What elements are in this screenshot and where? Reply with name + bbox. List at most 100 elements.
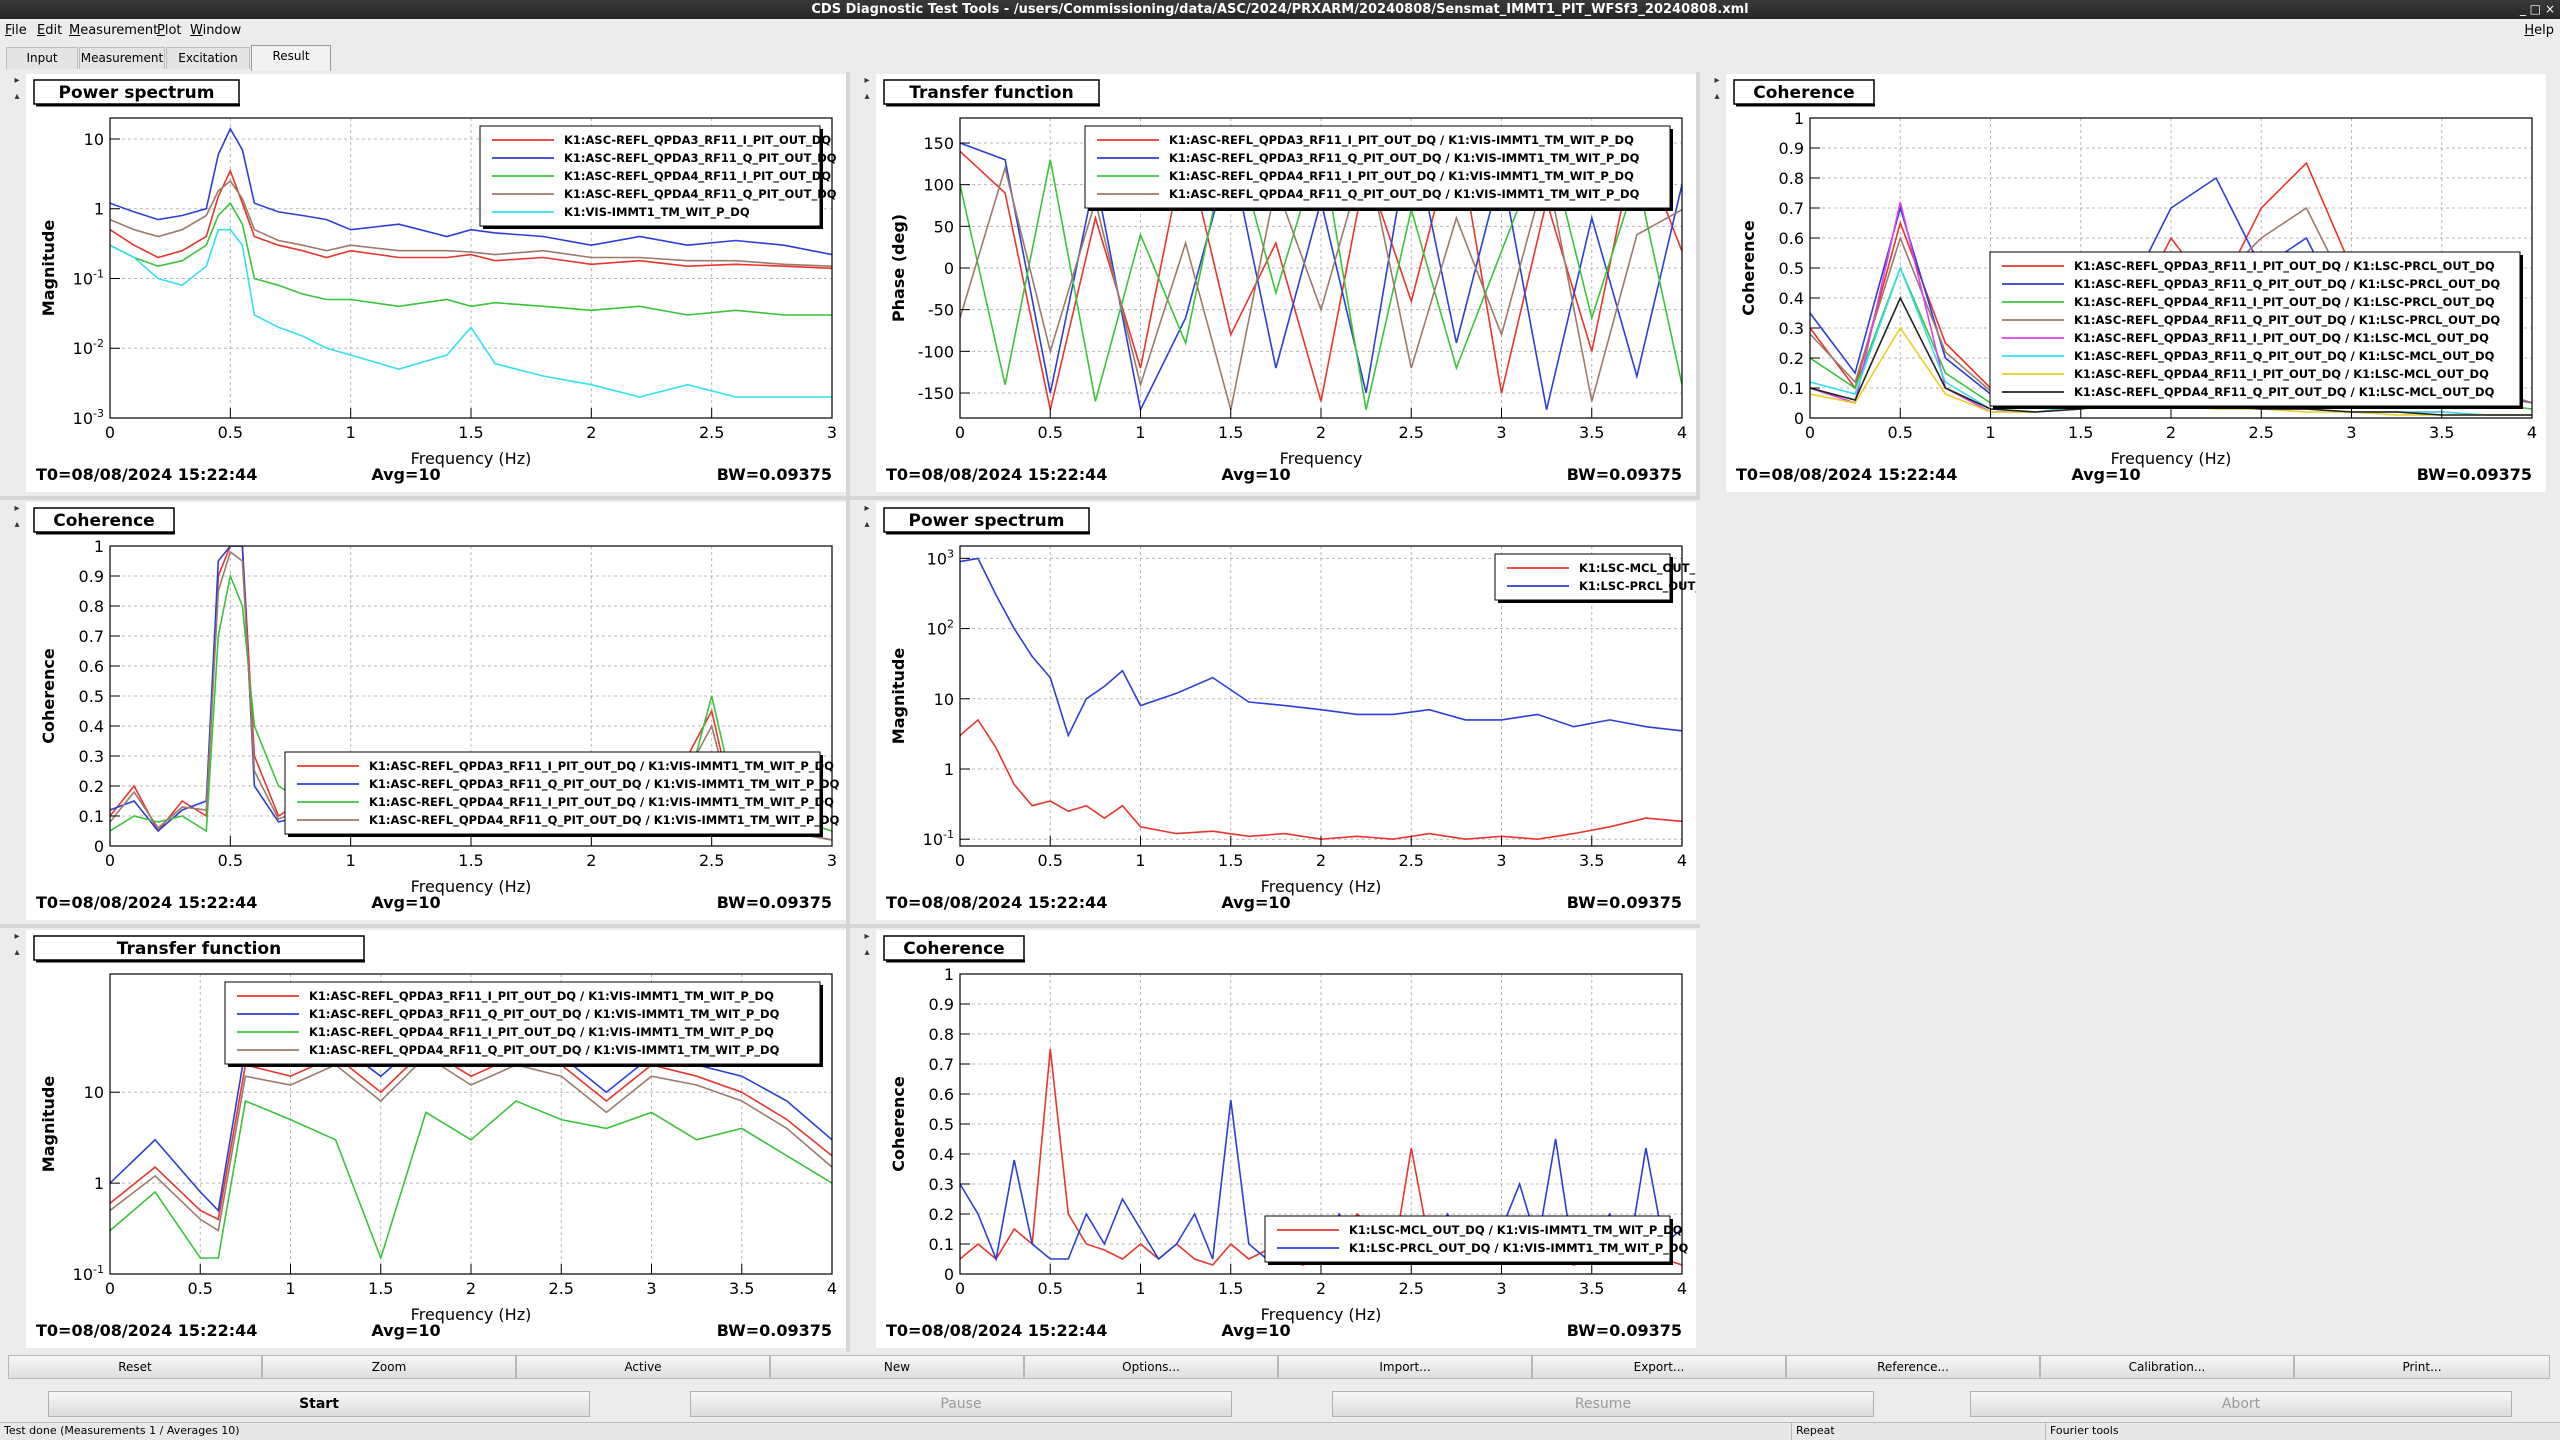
- plot-title: Transfer function: [117, 939, 281, 959]
- x-tick-label: 1: [1135, 1279, 1145, 1298]
- menu-window[interactable]: Window: [190, 23, 241, 38]
- y-tick-label: 0.7: [1779, 199, 1804, 218]
- x-tick-label: 4: [1677, 1279, 1687, 1298]
- panel-expand-icon[interactable]: ▸: [860, 502, 874, 516]
- x-tick-label: 3.5: [2429, 423, 2454, 442]
- minimize-icon[interactable]: _: [2520, 0, 2526, 19]
- x-tick-label: 0.5: [1888, 423, 1913, 442]
- status-repeat: Repeat: [1792, 1423, 2046, 1440]
- footer-avg: Avg=10: [371, 465, 440, 484]
- panel-options-icon[interactable]: ▴: [860, 90, 874, 104]
- plot-panel-7[interactable]: ▸ ▴ 0 0.5 1 1.5 2 2.5 3 3.5 4 0 0.1 0.2 0.3 0.4 0.5 0.6 0.…: [850, 928, 1696, 1352]
- export-button[interactable]: Export...: [1532, 1355, 1786, 1379]
- legend: K1:ASC-REFL_QPDA3_RF11_I_PIT_OUT_DQ / K1…: [284, 751, 840, 837]
- panel-options-icon[interactable]: ▴: [860, 946, 874, 960]
- x-tick-label: 2.5: [2249, 423, 2274, 442]
- y-tick-label: 0: [944, 1265, 954, 1284]
- plot-canvas[interactable]: 0 0.5 1 1.5 2 2.5 3 3.5 410-1110102103Frequency …: [876, 502, 1696, 920]
- y-tick-label: -150: [918, 384, 954, 403]
- panel-options-icon[interactable]: ▴: [10, 946, 24, 960]
- y-tick-label: -100: [918, 342, 954, 361]
- y-tick-label: 0.1: [1779, 379, 1804, 398]
- panel-expand-icon[interactable]: ▸: [860, 930, 874, 944]
- active-button[interactable]: Active: [516, 1355, 770, 1379]
- options-button[interactable]: Options...: [1024, 1355, 1278, 1379]
- menu-edit[interactable]: Edit: [37, 23, 62, 38]
- x-tick-label: 1.5: [2068, 423, 2093, 442]
- abort-button[interactable]: Abort: [1970, 1391, 2512, 1417]
- y-axis-label: Magnitude: [39, 1076, 58, 1173]
- resume-button[interactable]: Resume: [1332, 1391, 1874, 1417]
- panel-divider[interactable]: [1696, 72, 1700, 500]
- reference-button[interactable]: Reference...: [1786, 1355, 2040, 1379]
- panel-options-icon[interactable]: ▴: [1710, 90, 1724, 104]
- tab-result[interactable]: Result: [251, 45, 331, 71]
- tab-excitation[interactable]: Excitation: [166, 47, 250, 69]
- plot-title: Power spectrum: [59, 83, 215, 103]
- panel-options-icon[interactable]: ▴: [860, 518, 874, 532]
- tab-measurement[interactable]: Measurement: [79, 47, 165, 69]
- panel-expand-icon[interactable]: ▸: [10, 502, 24, 516]
- menu-plot-label: lot: [164, 23, 182, 38]
- plot-panel-1[interactable]: ▸ ▴ 0 0.5 1 1.5 2 2.5 3 10-3 10-2 10-1 1 10 Frequency …: [0, 72, 846, 496]
- plot-panel-5[interactable]: ▸ ▴ 0 0.5 1 1.5 2 2.5 3 3.5 4 10-1 1 10 102 103 Frequenc…: [850, 500, 1696, 924]
- legend: K1:ASC-REFL_QPDA3_RF11_I_PIT_OUT_DQ / K1…: [224, 981, 823, 1067]
- x-tick-label: 0.5: [1038, 423, 1063, 442]
- plot-panel-3[interactable]: ▸ ▴ 0 0.5 1 1.5 2 2.5 3 3.5 4 0 0.1 0.2 0.3 0.4 0.5 0.6 0.…: [1700, 72, 2546, 496]
- panel-divider[interactable]: [0, 924, 1700, 928]
- panel-divider[interactable]: [846, 72, 850, 1352]
- start-button[interactable]: Start: [48, 1391, 590, 1417]
- x-tick-label: 1: [1135, 851, 1145, 870]
- panel-options-icon[interactable]: ▴: [10, 518, 24, 532]
- plot-panel-6[interactable]: ▸ ▴ 0 0.5 1 1.5 2 2.5 3 3.5 4 10-1 1 10 Frequency (Hz)…: [0, 928, 846, 1352]
- panel-expand-icon[interactable]: ▸: [10, 930, 24, 944]
- menu-edit-mnemonic: E: [37, 23, 46, 38]
- plot-canvas[interactable]: 0 0.5 1 1.5 2 2.5 3 3.5 4 0 0.1 0.2 0.3 0.4 0.5 0.6 0.7 0…: [1726, 74, 2546, 492]
- x-tick-label: 0: [105, 851, 115, 870]
- y-tick-label: 100: [923, 176, 954, 195]
- reset-button[interactable]: Reset: [8, 1355, 262, 1379]
- menu-help[interactable]: Help: [2524, 23, 2554, 38]
- x-tick-label: 4: [1677, 851, 1687, 870]
- x-tick-label: 0.5: [1038, 851, 1063, 870]
- plot-canvas[interactable]: 0 0.5 1 1.5 2 2.5 3 3.5 410-1110Frequency (Hz)Ma…: [26, 930, 846, 1348]
- menu-measurement[interactable]: Measurement: [69, 23, 158, 38]
- panel-expand-icon[interactable]: ▸: [1710, 74, 1724, 88]
- plot-canvas[interactable]: 0 0.5 1 1.5 2 2.5 310-310-210-1110Frequency (H…: [26, 74, 846, 492]
- zoom-button[interactable]: Zoom: [262, 1355, 516, 1379]
- panel-divider[interactable]: [0, 496, 1700, 500]
- plot-canvas[interactable]: 0 0.5 1 1.5 2 2.5 3 0 0.1 0.2 0.3 0.4 0.5 0.6 0.7 0.8 0.…: [26, 502, 846, 920]
- legend-entry: K1:ASC-REFL_QPDA3_RF11_Q_PIT_OUT_DQ / K1…: [369, 777, 840, 792]
- x-tick-label: 0.5: [218, 851, 243, 870]
- pause-button[interactable]: Pause: [690, 1391, 1232, 1417]
- print-button[interactable]: Print...: [2294, 1355, 2550, 1379]
- plot-panel-2[interactable]: ▸ ▴ 0 0.5 1 1.5 2 2.5 3 3.5 4 -150 -100 -50 0 50 100 150 F…: [850, 72, 1696, 496]
- y-tick-label: 0.5: [79, 687, 104, 706]
- panel-options-icon[interactable]: ▴: [10, 90, 24, 104]
- plot-panel-4[interactable]: ▸ ▴ 0 0.5 1 1.5 2 2.5 3 0 0.1 0.2 0.3 0.4 0.5 0.6 0.7 0.8…: [0, 500, 846, 924]
- y-axis-label: Coherence: [1739, 220, 1758, 316]
- y-tick-label: 1: [94, 1174, 104, 1193]
- legend-entry: K1:ASC-REFL_QPDA3_RF11_Q_PIT_OUT_DQ / K1…: [2074, 277, 2500, 292]
- y-tick-label: 0: [94, 837, 104, 856]
- panel-expand-icon[interactable]: ▸: [860, 74, 874, 88]
- tab-input[interactable]: Input: [6, 47, 78, 69]
- x-tick-label: 3.5: [1579, 423, 1604, 442]
- close-icon[interactable]: ×: [2545, 0, 2555, 19]
- menu-plot[interactable]: Plot: [157, 23, 182, 38]
- panel-expand-icon[interactable]: ▸: [10, 74, 24, 88]
- maximize-icon[interactable]: □: [2530, 0, 2541, 19]
- menu-window-mnemonic: W: [190, 23, 203, 38]
- new-button[interactable]: New: [770, 1355, 1024, 1379]
- status-bar: Test done (Measurements 1 / Averages 10)…: [0, 1422, 2560, 1440]
- plot-canvas[interactable]: 0 0.5 1 1.5 2 2.5 3 3.5 4 -150 -100 -50 0 50 100 150 Fre…: [876, 74, 1696, 492]
- import-button[interactable]: Import...: [1278, 1355, 1532, 1379]
- plot-canvas[interactable]: 0 0.5 1 1.5 2 2.5 3 3.5 4 0 0.1 0.2 0.3 0.4 0.5 0.6 0.7 0…: [876, 930, 1696, 1348]
- footer-avg: Avg=10: [2071, 465, 2140, 484]
- x-tick-label: 4: [2527, 423, 2537, 442]
- x-tick-label: 1: [1135, 423, 1145, 442]
- y-tick-label: 0.1: [79, 807, 104, 826]
- menu-file[interactable]: File: [5, 23, 27, 38]
- calibration-button[interactable]: Calibration...: [2040, 1355, 2294, 1379]
- footer-t0: T0=08/08/2024 15:22:44: [36, 1321, 257, 1340]
